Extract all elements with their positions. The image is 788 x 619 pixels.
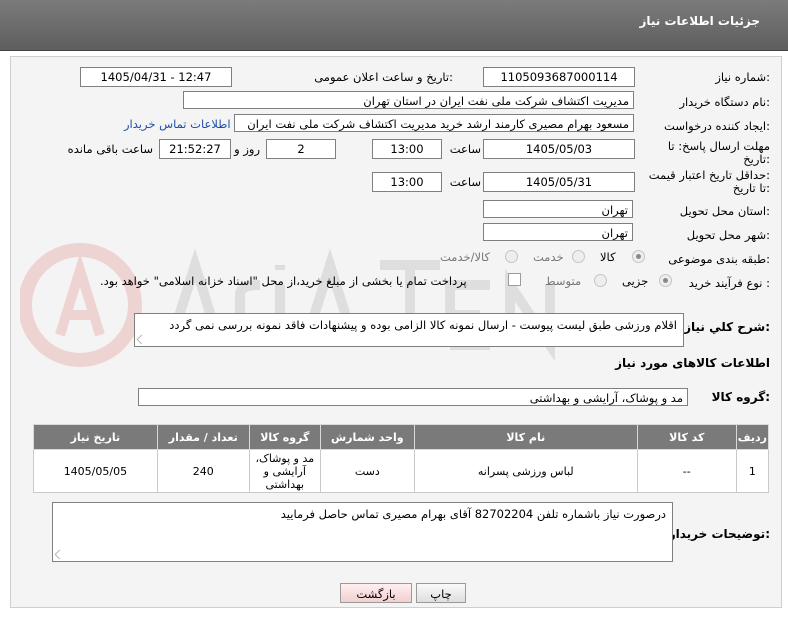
price-time-field: 13:00 — [372, 172, 442, 192]
item-code-cell: -- — [636, 449, 737, 493]
quantity-cell: 240 — [156, 449, 250, 493]
back-button[interactable]: بازگشت — [340, 583, 412, 603]
time-remaining-field: 21:52:27 — [159, 139, 231, 159]
reply-date-field: 1405/05/03 — [483, 139, 635, 159]
buyer-notes-text: درصورت نیاز باشماره تلفن 82702204 آقای ب… — [280, 507, 666, 521]
need-number-label: شماره نیاز: — [715, 70, 770, 84]
category-label: طبقه بندی موضوعی: — [668, 252, 770, 266]
need-number-field: 1105093687000114 — [483, 67, 635, 87]
category-both-text: کالا/خدمت — [440, 250, 491, 264]
price-time-label: ساعت — [449, 175, 481, 189]
items-table: ردیف کد کالا نام کالا واحد شمارش گروه کا… — [33, 424, 770, 493]
goods-group-field: مد و پوشاک، آرایشی و بهداشتی — [138, 388, 688, 406]
price-validity-label: حداقل تاریخ اعتبار قیمت: — [648, 168, 770, 182]
reply-time-field: 13:00 — [372, 139, 442, 159]
goods-group-label: گروه کالا: — [711, 390, 770, 404]
reply-time-label: ساعت — [449, 142, 481, 156]
purchase-minor-text: جزیی — [622, 274, 649, 288]
reply-deadline-label: مهلت ارسال پاسخ: تا — [667, 139, 770, 153]
col-item-name: نام کالا — [413, 424, 638, 450]
print-button[interactable]: چاپ — [416, 583, 466, 603]
col-quantity: تعداد / مقدار — [156, 424, 250, 450]
treasury-payment-checkbox[interactable] — [508, 273, 521, 286]
treasury-payment-text: پرداخت تمام یا بخشی از مبلغ خرید،از محل … — [100, 274, 467, 288]
purchase-minor-radio[interactable] — [659, 274, 672, 287]
announce-date-field: 1405/04/31 - 12:47 — [80, 67, 232, 87]
category-both-radio[interactable] — [505, 250, 518, 263]
price-validity-label-2: تا تاریخ: — [732, 181, 770, 195]
days-remaining-field: 2 — [266, 139, 336, 159]
buyer-notes-textarea[interactable]: درصورت نیاز باشماره تلفن 82702204 آقای ب… — [52, 502, 673, 562]
col-unit: واحد شمارش — [319, 424, 415, 450]
purchase-type-label: نوع فرآیند خرید : — [688, 276, 770, 290]
description-label: شرح كلي نياز: — [684, 320, 770, 334]
requester-label: ایجاد کننده درخواست: — [664, 119, 770, 133]
table-row: 1 -- لباس ورزشی پسرانه دست مد و پوشاک، آ… — [33, 449, 770, 493]
days-label: روز و — [234, 142, 260, 156]
purchase-medium-text: متوسط — [545, 274, 582, 288]
city-field: تهران — [483, 223, 633, 241]
page-title: جزئیات اطلاعات نیاز — [639, 14, 760, 28]
item-group-cell: مد و پوشاک، آرایشی و بهداشتی — [248, 449, 321, 493]
purchase-medium-radio[interactable] — [594, 274, 607, 287]
time-remaining-label: ساعت باقی مانده — [67, 142, 153, 156]
province-label: استان محل تحویل: — [679, 204, 770, 218]
buyer-contact-link[interactable]: اطلاعات تماس خریدار — [124, 117, 231, 131]
announce-date-label: تاریخ و ساعت اعلان عمومی: — [314, 70, 453, 84]
buyer-notes-label: توضیحات خریدار: — [668, 527, 770, 541]
page-header: جزئیات اطلاعات نیاز — [0, 0, 788, 51]
category-goods-radio[interactable] — [632, 250, 645, 263]
row-number-cell: 1 — [735, 449, 770, 493]
col-need-date: تاریخ نیاز — [33, 424, 158, 450]
price-date-field: 1405/05/31 — [483, 172, 635, 192]
unit-cell: دست — [319, 449, 415, 493]
category-goods-text: کالا — [600, 250, 616, 264]
resize-grip-icon[interactable] — [54, 549, 65, 560]
category-service-radio[interactable] — [572, 250, 585, 263]
need-date-cell: 1405/05/05 — [33, 449, 158, 493]
item-name-cell: لباس ورزشی پسرانه — [413, 449, 638, 493]
description-text: اقلام ورزشی طبق لیست پیوست - ارسال نمونه… — [169, 318, 677, 332]
table-header-row: ردیف کد کالا نام کالا واحد شمارش گروه کا… — [33, 424, 770, 450]
reply-deadline-label-2: تاریخ: — [743, 152, 770, 166]
col-row-number: ردیف — [735, 424, 770, 450]
resize-grip-icon[interactable] — [136, 334, 147, 345]
buyer-org-field: مدیریت اکتشاف شرکت ملی نفت ایران در استا… — [183, 91, 634, 109]
buyer-org-label: نام دستگاه خریدار: — [679, 95, 770, 109]
col-item-group: گروه کالا — [248, 424, 321, 450]
province-field: تهران — [483, 200, 633, 218]
description-textarea[interactable]: اقلام ورزشی طبق لیست پیوست - ارسال نمونه… — [134, 313, 684, 347]
col-item-code: کد کالا — [636, 424, 737, 450]
city-label: شهر محل تحویل: — [686, 228, 770, 242]
requester-field: مسعود بهرام مصیری کارمند ارشد خرید مدیری… — [234, 114, 634, 132]
category-service-text: خدمت — [533, 250, 564, 264]
goods-info-title: اطلاعات کالاهای مورد نیاز — [615, 356, 770, 370]
